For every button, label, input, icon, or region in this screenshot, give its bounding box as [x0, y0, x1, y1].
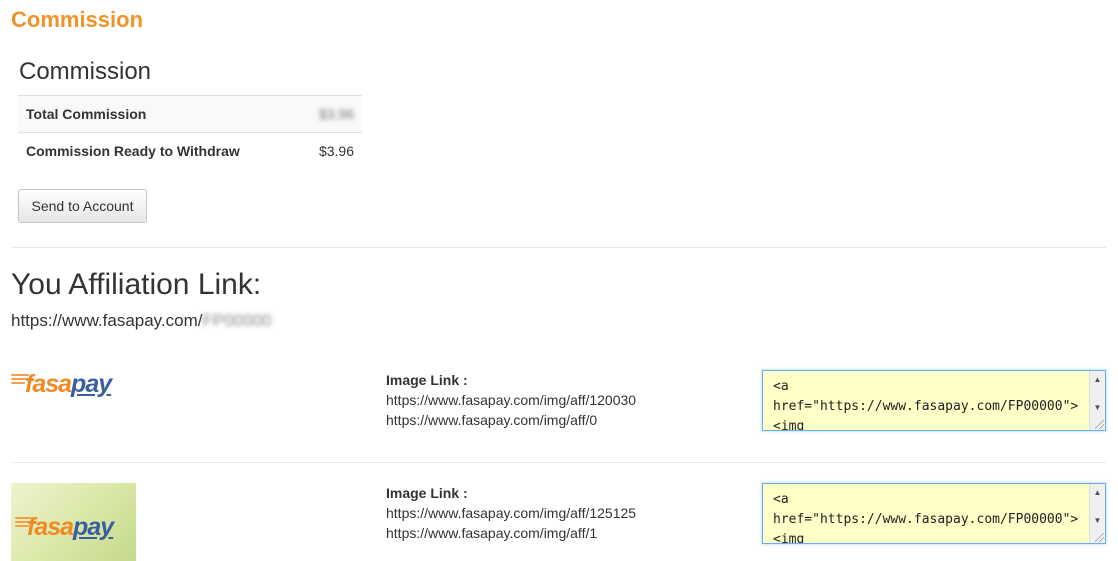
logo-fasa: fasa: [25, 370, 72, 398]
affiliation-url-id: FP00000: [202, 311, 272, 330]
scroll-down-icon[interactable]: ▼: [1090, 514, 1105, 528]
affiliation-heading: You Affiliation Link:: [11, 268, 262, 301]
logo-pay: pay: [73, 513, 114, 541]
image-link-info: Image Link : https://www.fasapay.com/img…: [386, 370, 636, 430]
banner-row: fasapay Image Link : https://www.fasapay…: [0, 473, 1118, 561]
image-link-title: Image Link :: [386, 485, 468, 501]
banner-row: fasapay Image Link : https://www.fasapay…: [0, 360, 1118, 460]
embed-code-textarea[interactable]: [763, 371, 1091, 430]
ready-commission-label: Commission Ready to Withdraw: [18, 132, 297, 169]
image-link-url[interactable]: https://www.fasapay.com/img/aff/0: [386, 410, 636, 430]
image-link-url[interactable]: https://www.fasapay.com/img/aff/1: [386, 523, 636, 543]
resize-grip-icon[interactable]: [1095, 420, 1104, 429]
embed-code-box: ▲ ▼: [762, 483, 1106, 544]
row-divider: [11, 462, 1106, 463]
send-to-account-button[interactable]: Send to Account: [18, 189, 147, 223]
commission-heading: Commission: [19, 58, 152, 85]
section-divider: [11, 247, 1106, 248]
page-title: Commission: [11, 7, 144, 32]
fasapay-logo: fasapay: [11, 366, 136, 434]
ready-commission-value: $3.96: [296, 132, 362, 169]
affiliation-url[interactable]: https://www.fasapay.com/FP00000: [11, 310, 271, 332]
fasapay-banner-image: fasapay: [11, 483, 136, 561]
table-row: Commission Ready to Withdraw $3.96: [18, 132, 362, 169]
logo-pay: pay: [71, 370, 112, 398]
total-commission-value: $3.96: [296, 95, 362, 133]
logo-wordmark: fasapay: [25, 370, 112, 398]
table-row: Total Commission $3.96: [18, 95, 362, 133]
image-link-title: Image Link :: [386, 372, 468, 388]
total-commission-label: Total Commission: [18, 95, 297, 133]
embed-code-box: ▲ ▼: [762, 370, 1106, 431]
embed-code-textarea[interactable]: [763, 484, 1091, 543]
affiliation-url-base: https://www.fasapay.com/: [11, 311, 203, 330]
resize-grip-icon[interactable]: [1095, 533, 1104, 542]
commission-table: Total Commission $3.96 Commission Ready …: [18, 95, 362, 169]
logo-wordmark: fasapay: [27, 513, 114, 541]
image-link-url[interactable]: https://www.fasapay.com/img/aff/125125: [386, 503, 636, 523]
image-link-info: Image Link : https://www.fasapay.com/img…: [386, 483, 636, 543]
logo-fasa: fasa: [27, 513, 74, 541]
scroll-up-icon[interactable]: ▲: [1090, 373, 1105, 387]
image-link-url[interactable]: https://www.fasapay.com/img/aff/120030: [386, 390, 636, 410]
scroll-down-icon[interactable]: ▼: [1090, 401, 1105, 415]
scroll-up-icon[interactable]: ▲: [1090, 486, 1105, 500]
total-commission-amount: $3.96: [318, 106, 354, 122]
